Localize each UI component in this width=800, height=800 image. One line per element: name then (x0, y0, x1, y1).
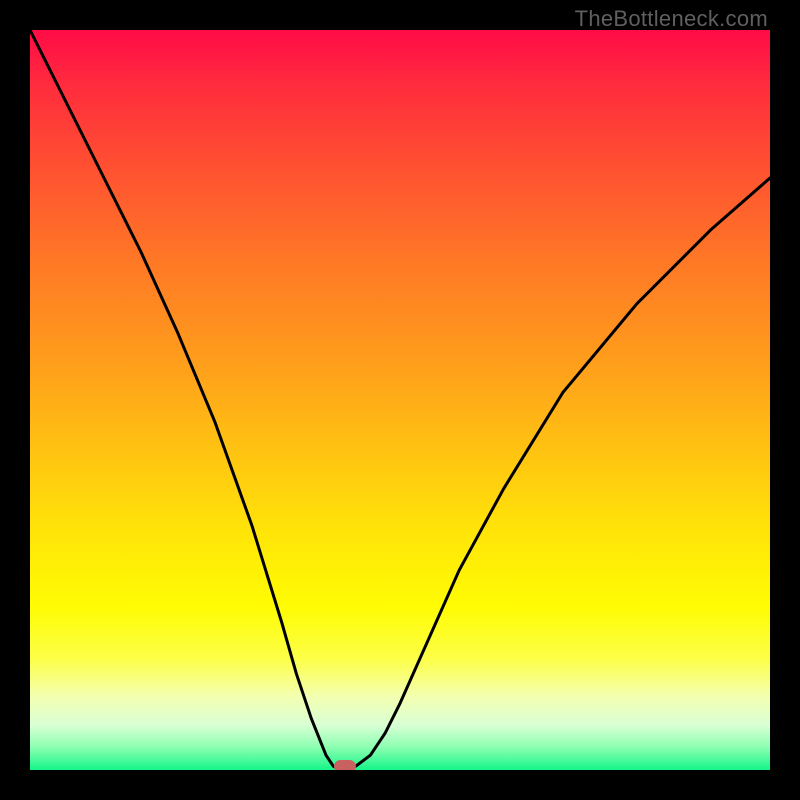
bottleneck-curve (30, 30, 770, 770)
optimal-marker (334, 760, 356, 770)
watermark-text: TheBottleneck.com (575, 6, 768, 32)
plot-area (30, 30, 770, 770)
chart-frame: TheBottleneck.com (0, 0, 800, 800)
